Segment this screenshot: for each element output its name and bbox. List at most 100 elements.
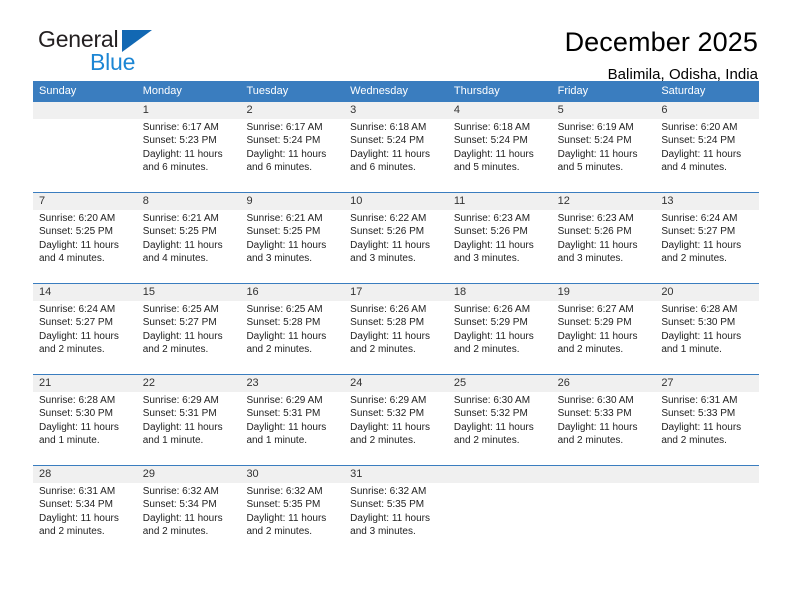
daylight-text: Daylight: 11 hours and 1 minute.	[246, 421, 327, 447]
day-number: 31	[350, 468, 363, 480]
sunrise-text: Sunrise: 6:29 AM	[142, 395, 219, 406]
daylight-text: Daylight: 11 hours and 2 minutes.	[453, 330, 534, 356]
day-cell[interactable]: Sunrise: 6:24 AM Sunset: 5:27 PM Dayligh…	[33, 301, 137, 374]
day-cell[interactable]	[448, 483, 552, 556]
daylight-text: Daylight: 11 hours and 1 minute.	[39, 421, 119, 447]
day-number: 1	[142, 104, 149, 116]
day-number: 29	[142, 468, 155, 480]
calendar-week-row: 1 2 3 4 5 6 Sunrise: 6:17 AM Sunset: 5:2…	[33, 101, 759, 192]
daylight-text: Daylight: 11 hours and 3 minutes.	[453, 239, 534, 265]
sunrise-text: Sunrise: 6:23 AM	[453, 213, 531, 224]
day-cell[interactable]: Sunrise: 6:31 AM Sunset: 5:33 PM Dayligh…	[655, 392, 759, 465]
day-cell[interactable]: Sunrise: 6:32 AM Sunset: 5:34 PM Dayligh…	[137, 483, 241, 556]
sunset-text: Sunset: 5:28 PM	[350, 317, 425, 329]
sunset-text: Sunset: 5:23 PM	[142, 135, 217, 147]
day-cell[interactable]: Sunrise: 6:17 AM Sunset: 5:23 PM Dayligh…	[137, 119, 241, 192]
day-number: 16	[246, 286, 259, 298]
day-detail-row: Sunrise: 6:17 AM Sunset: 5:23 PM Dayligh…	[33, 119, 759, 192]
day-cell[interactable]: Sunrise: 6:20 AM Sunset: 5:24 PM Dayligh…	[655, 119, 759, 192]
day-number: 11	[453, 195, 466, 207]
general-blue-logo[interactable]: General Blue	[34, 26, 164, 78]
sunrise-text: Sunrise: 6:29 AM	[246, 395, 323, 406]
day-cell[interactable]: Sunrise: 6:26 AM Sunset: 5:28 PM Dayligh…	[344, 301, 448, 374]
day-detail-row: Sunrise: 6:20 AM Sunset: 5:25 PM Dayligh…	[33, 210, 759, 283]
day-number: 23	[246, 377, 259, 389]
day-number-row: 14 15 16 17 18 19 20	[33, 284, 759, 301]
day-cell[interactable]: Sunrise: 6:17 AM Sunset: 5:24 PM Dayligh…	[240, 119, 344, 192]
day-number	[448, 466, 552, 483]
day-number: 24	[350, 377, 363, 389]
day-number: 5	[557, 104, 564, 116]
daylight-text: Daylight: 11 hours and 2 minutes.	[557, 421, 638, 447]
day-cell[interactable]: Sunrise: 6:31 AM Sunset: 5:34 PM Dayligh…	[33, 483, 137, 556]
day-number: 2	[246, 104, 253, 116]
sunrise-text: Sunrise: 6:30 AM	[557, 395, 634, 406]
sunset-text: Sunset: 5:25 PM	[39, 226, 113, 238]
day-cell[interactable]: Sunrise: 6:32 AM Sunset: 5:35 PM Dayligh…	[240, 483, 344, 556]
day-number: 19	[557, 286, 570, 298]
day-cell[interactable]: Sunrise: 6:21 AM Sunset: 5:25 PM Dayligh…	[137, 210, 241, 283]
daylight-text: Daylight: 11 hours and 3 minutes.	[557, 239, 638, 265]
day-cell[interactable]: Sunrise: 6:23 AM Sunset: 5:26 PM Dayligh…	[552, 210, 656, 283]
sunrise-text: Sunrise: 6:21 AM	[142, 213, 219, 224]
sunrise-text: Sunrise: 6:24 AM	[661, 213, 738, 224]
day-number: 12	[557, 195, 570, 207]
sunrise-text: Sunrise: 6:32 AM	[246, 486, 323, 497]
day-cell[interactable]	[33, 119, 137, 192]
day-cell[interactable]: Sunrise: 6:29 AM Sunset: 5:32 PM Dayligh…	[344, 392, 448, 465]
sunset-text: Sunset: 5:34 PM	[142, 499, 217, 511]
sunrise-text: Sunrise: 6:20 AM	[39, 213, 116, 224]
sunrise-text: Sunrise: 6:32 AM	[142, 486, 219, 497]
day-number	[552, 466, 656, 483]
sunrise-text: Sunrise: 6:17 AM	[246, 122, 323, 133]
day-cell[interactable]: Sunrise: 6:18 AM Sunset: 5:24 PM Dayligh…	[448, 119, 552, 192]
day-number: 20	[661, 286, 674, 298]
sunset-text: Sunset: 5:35 PM	[246, 499, 321, 511]
day-number-row: 1 2 3 4 5 6	[33, 102, 759, 119]
sunset-text: Sunset: 5:28 PM	[246, 317, 321, 329]
day-cell[interactable]: Sunrise: 6:25 AM Sunset: 5:27 PM Dayligh…	[137, 301, 241, 374]
day-cell[interactable]	[655, 483, 759, 556]
day-number: 13	[661, 195, 674, 207]
day-cell[interactable]: Sunrise: 6:28 AM Sunset: 5:30 PM Dayligh…	[33, 392, 137, 465]
daylight-text: Daylight: 11 hours and 3 minutes.	[350, 512, 431, 538]
day-number: 10	[350, 195, 363, 207]
day-number: 4	[453, 104, 460, 116]
calendar-grid: Sunday Monday Tuesday Wednesday Thursday…	[33, 81, 759, 556]
weekday-header-friday: Friday	[557, 85, 589, 97]
day-cell[interactable]: Sunrise: 6:27 AM Sunset: 5:29 PM Dayligh…	[552, 301, 656, 374]
sunrise-text: Sunrise: 6:19 AM	[557, 122, 634, 133]
day-cell[interactable]: Sunrise: 6:29 AM Sunset: 5:31 PM Dayligh…	[137, 392, 241, 465]
weekday-header-sunday: Sunday	[39, 85, 77, 97]
day-cell[interactable]: Sunrise: 6:28 AM Sunset: 5:30 PM Dayligh…	[655, 301, 759, 374]
day-cell[interactable]: Sunrise: 6:30 AM Sunset: 5:33 PM Dayligh…	[552, 392, 656, 465]
day-cell[interactable]: Sunrise: 6:18 AM Sunset: 5:24 PM Dayligh…	[344, 119, 448, 192]
day-cell[interactable]: Sunrise: 6:25 AM Sunset: 5:28 PM Dayligh…	[240, 301, 344, 374]
daylight-text: Daylight: 11 hours and 2 minutes.	[39, 512, 119, 538]
day-detail-row: Sunrise: 6:28 AM Sunset: 5:30 PM Dayligh…	[33, 392, 759, 465]
sunrise-text: Sunrise: 6:28 AM	[661, 304, 738, 315]
calendar-week-row: 14 15 16 17 18 19 20 Sunrise: 6:24 AM Su…	[33, 283, 759, 374]
day-cell[interactable]: Sunrise: 6:19 AM Sunset: 5:24 PM Dayligh…	[552, 119, 656, 192]
weekday-header-wednesday: Wednesday	[350, 85, 409, 97]
calendar-week-row: 7 8 9 10 11 12 13 Sunrise: 6:20 AM Sunse…	[33, 192, 759, 283]
day-cell[interactable]: Sunrise: 6:22 AM Sunset: 5:26 PM Dayligh…	[344, 210, 448, 283]
day-cell[interactable]: Sunrise: 6:24 AM Sunset: 5:27 PM Dayligh…	[655, 210, 759, 283]
day-cell[interactable]: Sunrise: 6:30 AM Sunset: 5:32 PM Dayligh…	[448, 392, 552, 465]
day-cell[interactable]	[552, 483, 656, 556]
day-number	[655, 466, 759, 483]
day-cell[interactable]: Sunrise: 6:23 AM Sunset: 5:26 PM Dayligh…	[448, 210, 552, 283]
sunrise-text: Sunrise: 6:27 AM	[557, 304, 634, 315]
day-cell[interactable]: Sunrise: 6:29 AM Sunset: 5:31 PM Dayligh…	[240, 392, 344, 465]
day-number: 6	[661, 104, 668, 116]
sunset-text: Sunset: 5:27 PM	[39, 317, 113, 329]
sunset-text: Sunset: 5:32 PM	[350, 408, 425, 420]
sunrise-text: Sunrise: 6:17 AM	[142, 122, 219, 133]
day-cell[interactable]: Sunrise: 6:26 AM Sunset: 5:29 PM Dayligh…	[448, 301, 552, 374]
sunrise-text: Sunrise: 6:26 AM	[453, 304, 531, 315]
sunset-text: Sunset: 5:26 PM	[453, 226, 528, 238]
day-cell[interactable]: Sunrise: 6:32 AM Sunset: 5:35 PM Dayligh…	[344, 483, 448, 556]
sunset-text: Sunset: 5:27 PM	[142, 317, 217, 329]
day-cell[interactable]: Sunrise: 6:20 AM Sunset: 5:25 PM Dayligh…	[33, 210, 137, 283]
day-cell[interactable]: Sunrise: 6:21 AM Sunset: 5:25 PM Dayligh…	[240, 210, 344, 283]
